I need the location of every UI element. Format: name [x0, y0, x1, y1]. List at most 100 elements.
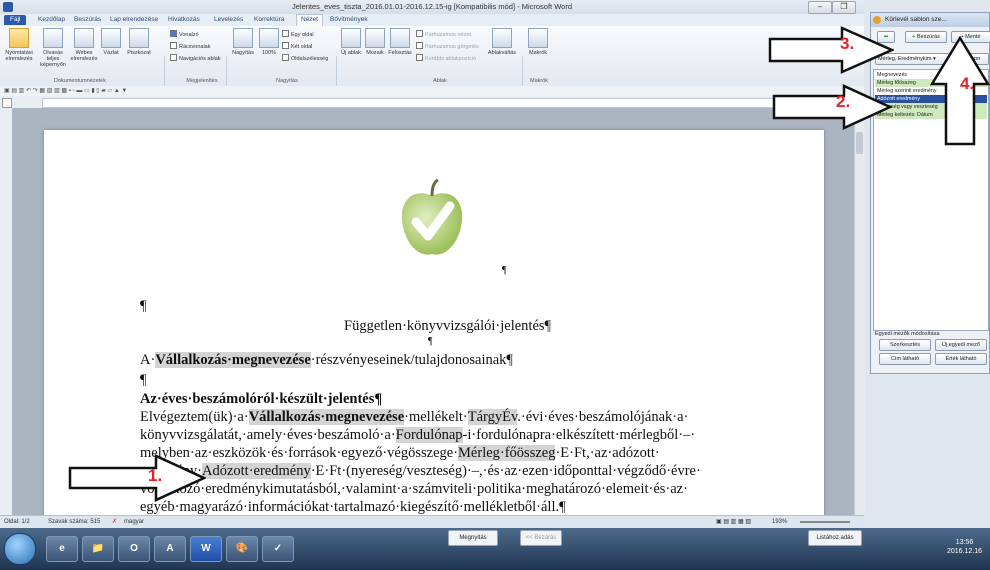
annotation-number: 2.	[836, 92, 851, 111]
taskbar-app-outlook[interactable]: O	[118, 536, 150, 562]
zoom-slider[interactable]	[800, 521, 850, 523]
document-text: Az·éves·beszámolóról·készült·jelentés¶	[140, 391, 383, 407]
pilcrow-mark: ¶	[502, 265, 507, 276]
quick-access-toolbar: ▣ ▤ ▥ ↶ ↷ ▦ ▧ ▨ ▩ ▪ ▫ ▬ ▭ ▮ ▯ ▰ ▱ ▲ ▼	[0, 86, 864, 96]
split-button[interactable]: Felosztás	[388, 28, 412, 56]
document-line: melyben·az·eszközök·és·források·egyező·v…	[140, 445, 660, 462]
tab-references[interactable]: Hivatkozás	[168, 15, 200, 25]
maximize-button[interactable]: ❐	[832, 1, 856, 14]
system-clock[interactable]: 13:56 2016.12.16	[947, 538, 982, 556]
merge-field[interactable]: Fordulónap	[395, 427, 463, 443]
taskbar-app-merge[interactable]: ✓	[262, 536, 294, 562]
split-label: Felosztás	[388, 50, 412, 56]
zoom-100-button[interactable]: 100%	[258, 28, 280, 56]
two-pages-button[interactable]: Két oldal	[282, 42, 312, 50]
gridlines-checkbox[interactable]: Rácsvonalak	[170, 42, 211, 50]
sync-scroll-button[interactable]: Párhuzamos görgetés	[416, 42, 479, 50]
web-layout-button[interactable]: Webes elrendezés	[70, 28, 98, 62]
document-text: vonatkozó·eredménykimutatásból,·valamint…	[140, 481, 688, 497]
annotation-number: 1.	[148, 466, 163, 485]
sync-scroll-label: Párhuzamos görgetés	[425, 44, 479, 50]
clock-time: 13:56	[955, 539, 974, 546]
edit-button[interactable]: Szerkesztés	[879, 339, 931, 351]
page-width-label: Oldalszélesség	[291, 56, 329, 62]
ribbon-tabs: Fájl Kezdőlap Beszúrás Lap elrendezése H…	[0, 14, 864, 26]
switch-windows-button[interactable]: Ablakváltás	[486, 28, 518, 56]
merge-field[interactable]: Mérleg·főösszeg	[458, 445, 556, 461]
report-title: Független·könyvvizsgálói·jelentés¶	[344, 318, 552, 334]
draft-button[interactable]: Piszkozat	[124, 28, 154, 56]
start-button[interactable]	[4, 533, 36, 565]
annotation-arrow-right-icon	[68, 454, 206, 502]
page-count[interactable]: Oldal: 1/2	[4, 516, 30, 528]
gridlines-checkbox-label: Rácsvonalak	[179, 44, 211, 50]
ruler-checkbox[interactable]: Vonalzó	[170, 30, 199, 38]
word-count[interactable]: Szavak száma: 515	[48, 516, 100, 528]
document-line: vonatkozó·eredménykimutatásból,·valamint…	[140, 481, 688, 498]
clock-date: 2016.12.16	[946, 548, 982, 555]
taskbar-app-ie[interactable]: e	[46, 536, 78, 562]
minimize-button[interactable]: –	[808, 1, 832, 14]
taskbar-app-paint[interactable]: 🎨	[226, 536, 258, 562]
new-custom-field-button[interactable]: Új egyedi mező	[935, 339, 987, 351]
two-pages-label: Két oldal	[291, 44, 313, 50]
close-preview-button[interactable]: << Bezárás	[520, 530, 562, 546]
tab-file[interactable]: Fájl	[4, 15, 27, 25]
macros-label: Makrók	[528, 50, 548, 56]
tab-selector[interactable]	[2, 98, 12, 108]
new-window-button[interactable]: Új ablak	[340, 28, 362, 56]
proofing-icon[interactable]: ✗	[112, 516, 117, 528]
merge-field[interactable]: Adózott·eredmény	[202, 463, 311, 479]
group-zoom-label: Nagyítás	[276, 78, 298, 84]
group-window-label: Ablak	[433, 78, 447, 84]
one-page-button[interactable]: Egy oldal	[282, 30, 314, 38]
tab-home[interactable]: Kezdőlap	[38, 15, 65, 25]
tab-addins[interactable]: Bővítmények	[330, 15, 368, 25]
merge-field[interactable]: Vállalkozás·megnevezése	[248, 409, 405, 425]
print-layout-button[interactable]: Nyomtatási elrendezés	[2, 28, 36, 62]
tab-review[interactable]: Korrektúra	[254, 15, 284, 25]
tab-view[interactable]: Nézet	[296, 14, 323, 26]
full-screen-reading-button[interactable]: Olvasás teljes képernyőn	[38, 28, 68, 68]
arrange-all-button[interactable]: Mozaik	[364, 28, 386, 56]
navigation-pane-label: Navigációs ablak	[179, 56, 221, 62]
macros-button[interactable]: Makrók	[526, 28, 550, 56]
zoom-level[interactable]: 193%	[772, 516, 787, 528]
ruler-track[interactable]	[42, 98, 824, 108]
tab-page-layout[interactable]: Lap elrendezése	[110, 15, 158, 25]
pilcrow-mark: ¶	[140, 298, 147, 314]
outline-label: Vázlat	[103, 50, 119, 56]
open-button[interactable]: Megnyitás	[448, 530, 498, 546]
document-line: eredmény·Adózott·eredmény·E·Ft·(nyereség…	[140, 463, 701, 480]
scrollbar-thumb[interactable]	[856, 132, 863, 154]
taskbar-app-explorer[interactable]: 📁	[82, 536, 114, 562]
reset-window-position-button[interactable]: Korábbi ablakpozíció	[416, 54, 476, 62]
tab-mailings[interactable]: Levelezés	[214, 15, 243, 25]
taskbar-app-word[interactable]: W	[190, 536, 222, 562]
one-page-label: Egy oldal	[291, 32, 314, 38]
add-to-list-button[interactable]: Listához adás	[808, 530, 862, 546]
vertical-scrollbar[interactable]	[854, 108, 865, 515]
annotation-number: 3.	[840, 34, 855, 53]
name-visible-button[interactable]: Cím látható	[879, 353, 931, 365]
quick-access-icons[interactable]: ▣ ▤ ▥ ↶ ↷ ▦ ▧ ▨ ▩ ▪ ▫ ▬ ▭ ▮ ▯ ▰ ▱ ▲ ▼	[4, 88, 127, 94]
pilcrow-mark: ¶	[428, 336, 433, 347]
pane-title: Körlevél sablon sze...	[885, 16, 947, 23]
view-buttons[interactable]: ▣ ▤ ▥ ▦ ▧	[716, 516, 751, 528]
outline-button[interactable]: Vázlat	[100, 28, 122, 56]
language-indicator[interactable]: magyar	[124, 516, 144, 528]
value-visible-button[interactable]: Érték látható	[935, 353, 987, 365]
page-width-button[interactable]: Oldalszélesség	[282, 54, 328, 62]
new-window-label: Új ablak	[341, 50, 361, 56]
tab-insert[interactable]: Beszúrás	[74, 15, 101, 25]
merge-field[interactable]: Vállalkozás·megnevezése	[155, 352, 311, 368]
taskbar-app-acrobat[interactable]: A	[154, 536, 186, 562]
zoom-button[interactable]: Nagyítás	[230, 28, 256, 56]
annotation-arrow-right-icon	[768, 26, 894, 74]
document-text: könyvvizsgálatát,·amely·éves·beszámoló·a…	[140, 427, 396, 443]
navigation-pane-checkbox[interactable]: Navigációs ablak	[170, 54, 221, 62]
merge-field[interactable]: TárgyÉv	[467, 409, 518, 425]
side-by-side-button[interactable]: Párhuzamos nézet	[416, 30, 471, 38]
zoom-100-label: 100%	[261, 50, 277, 56]
full-screen-reading-label: Olvasás teljes képernyőn	[40, 50, 66, 68]
